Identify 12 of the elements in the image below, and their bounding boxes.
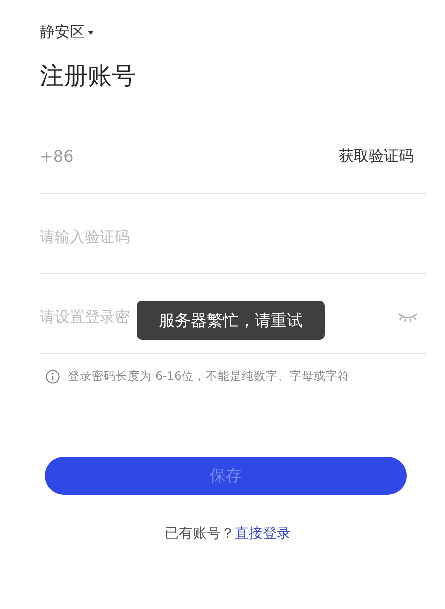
get-code-button[interactable]: 获取验证码 [339,147,414,166]
login-link[interactable]: 直接登录 [235,526,291,542]
region-selector[interactable]: 静安区 [40,23,94,42]
account-prompt: 已有账号？ [165,526,235,542]
input-field[interactable]: 请输入验证码 [40,226,426,248]
info-icon [46,370,60,384]
caret-icon [88,30,94,34]
password-hint: 登录密码长度为 6-16位，不能是纯数字、字母或字符 [68,369,350,384]
error-toast: 服务器繁忙，请重试 [137,301,325,340]
closed-eye-icon[interactable] [398,310,418,322]
page-title: 注册账号 [40,61,137,92]
country-code: +86 [40,147,74,166]
